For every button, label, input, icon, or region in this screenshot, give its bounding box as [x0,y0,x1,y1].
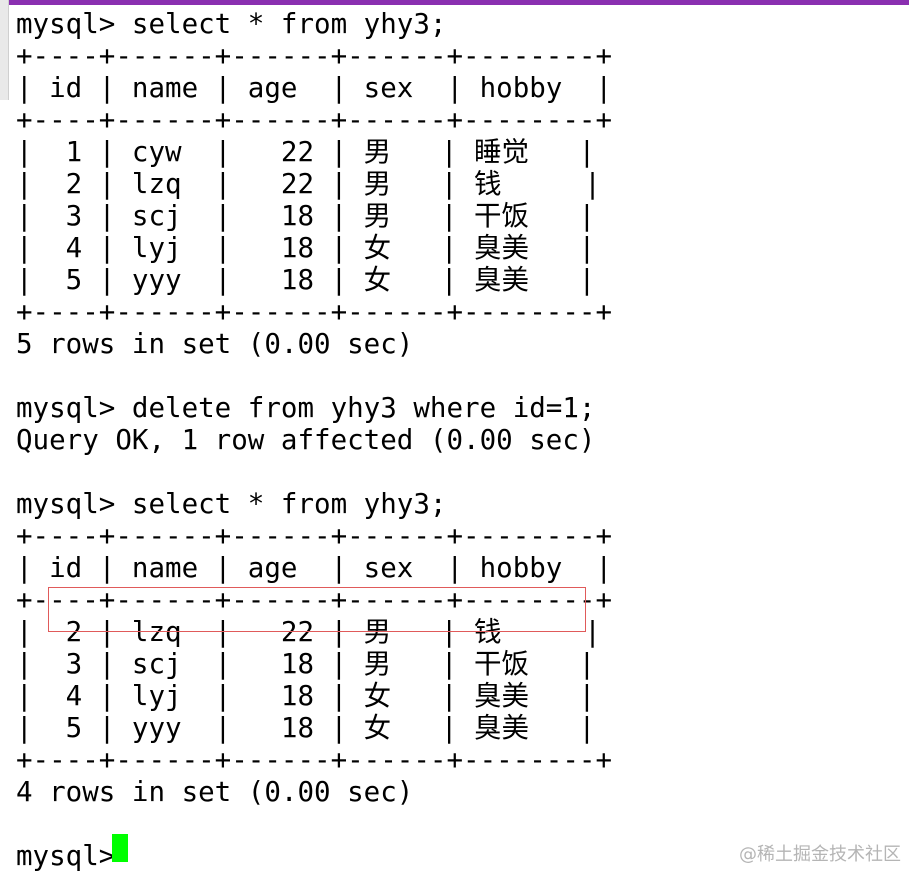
terminal-line: mysql> delete from yhy3 where id=1; [16,392,596,424]
terminal-line: +----+------+------+------+--------+ [16,520,613,552]
terminal-line: | 2 | lzq | 22 | 男 | 钱 | [16,168,601,200]
watermark-text: @稀土掘金技术社区 [739,844,901,865]
terminal-line: | 5 | yyy | 18 | 女 | 臭美 | [16,264,596,296]
terminal-line: mysql> select * from yhy3; [16,488,447,520]
terminal-line: | id | name | age | sex | hobby | [16,552,613,584]
terminal-line: Query OK, 1 row affected (0.00 sec) [16,424,596,456]
terminal-line: +----+------+------+------+--------+ [16,744,613,776]
terminal-line: | 4 | lyj | 18 | 女 | 臭美 | [16,680,596,712]
deleted-row-highlight-box [48,587,586,632]
terminal-line: | 5 | yyy | 18 | 女 | 臭美 | [16,712,596,744]
terminal-line: +----+------+------+------+--------+ [16,296,613,328]
window-top-accent-bar [0,0,909,5]
left-edge-strip [0,0,9,100]
terminal-line: +----+------+------+------+--------+ [16,104,613,136]
terminal-line: +----+------+------+------+--------+ [16,40,613,72]
terminal-line: 4 rows in set (0.00 sec) [16,776,414,808]
terminal-line: mysql> select * from yhy3; [16,8,447,40]
terminal-cursor [112,834,128,862]
terminal-line: 5 rows in set (0.00 sec) [16,328,414,360]
terminal-line: | 3 | scj | 18 | 男 | 干饭 | [16,648,596,680]
terminal-line: | 3 | scj | 18 | 男 | 干饭 | [16,200,596,232]
terminal-output[interactable]: mysql> select * from yhy3; +----+------+… [16,8,896,872]
terminal-line: | 1 | cyw | 22 | 男 | 睡觉 | [16,136,596,168]
terminal-line: | 4 | lyj | 18 | 女 | 臭美 | [16,232,596,264]
terminal-line: | id | name | age | sex | hobby | [16,72,613,104]
